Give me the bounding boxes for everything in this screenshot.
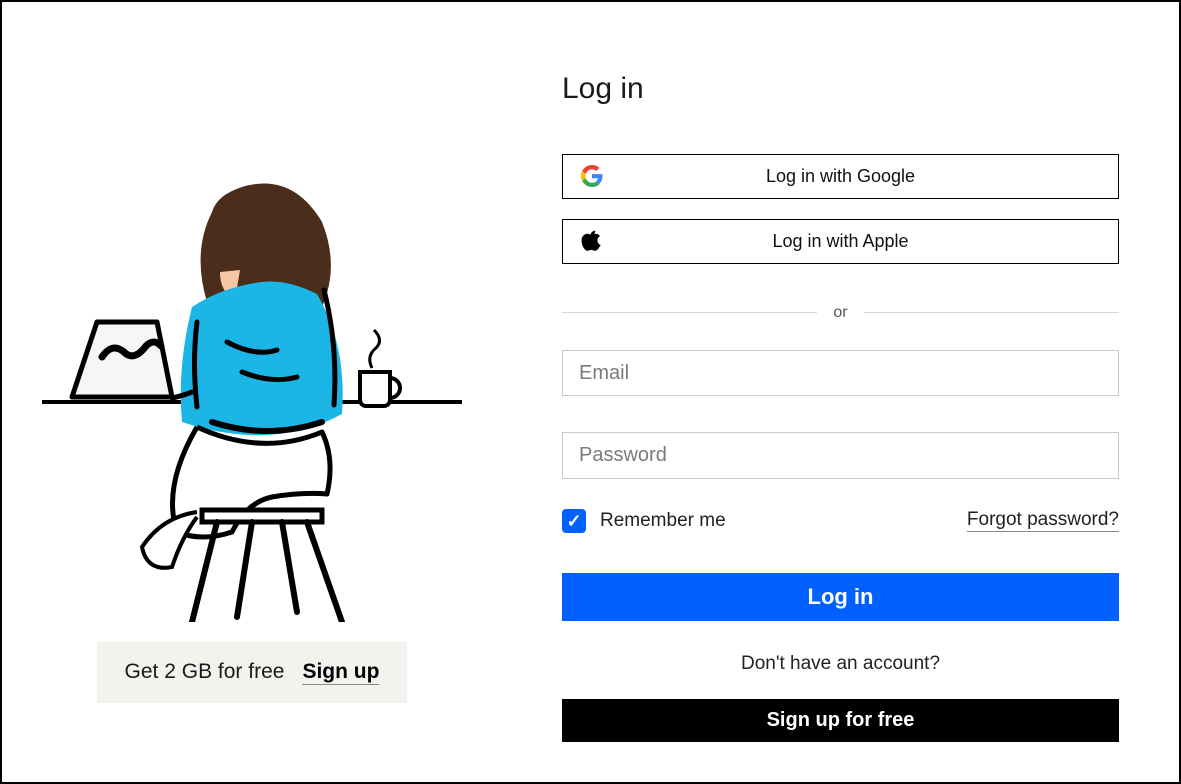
password-field[interactable] — [562, 432, 1119, 479]
divider-label: or — [833, 304, 847, 322]
promo-signup-link[interactable]: Sign up — [302, 660, 379, 685]
divider-line-right — [864, 312, 1119, 313]
page-title: Log in — [562, 72, 1119, 106]
login-with-google-button[interactable]: Log in with Google — [562, 154, 1119, 199]
forgot-password-link[interactable]: Forgot password? — [967, 509, 1119, 532]
remember-me-label: Remember me — [600, 510, 726, 532]
no-account-text: Don't have an account? — [562, 653, 1119, 675]
sso-divider: or — [562, 304, 1119, 322]
check-icon: ✓ — [566, 512, 581, 530]
signup-free-button[interactable]: Sign up for free — [562, 699, 1119, 742]
email-field[interactable] — [562, 350, 1119, 397]
login-with-apple-button[interactable]: Log in with Apple — [562, 219, 1119, 264]
login-button[interactable]: Log in — [562, 573, 1119, 621]
google-icon — [581, 165, 603, 187]
remember-me-checkbox[interactable]: ✓ — [562, 509, 586, 533]
promo-text: Get 2 GB for free — [125, 660, 285, 684]
google-button-label: Log in with Google — [766, 166, 915, 187]
apple-icon — [581, 229, 601, 253]
hero-illustration — [42, 122, 462, 622]
login-form-pane: Log in Log in with Google Log in with Ap… — [502, 2, 1179, 782]
marketing-pane: Get 2 GB for free Sign up — [2, 2, 502, 782]
apple-button-label: Log in with Apple — [772, 231, 908, 252]
divider-line-left — [562, 312, 817, 313]
promo-box: Get 2 GB for free Sign up — [97, 642, 408, 703]
